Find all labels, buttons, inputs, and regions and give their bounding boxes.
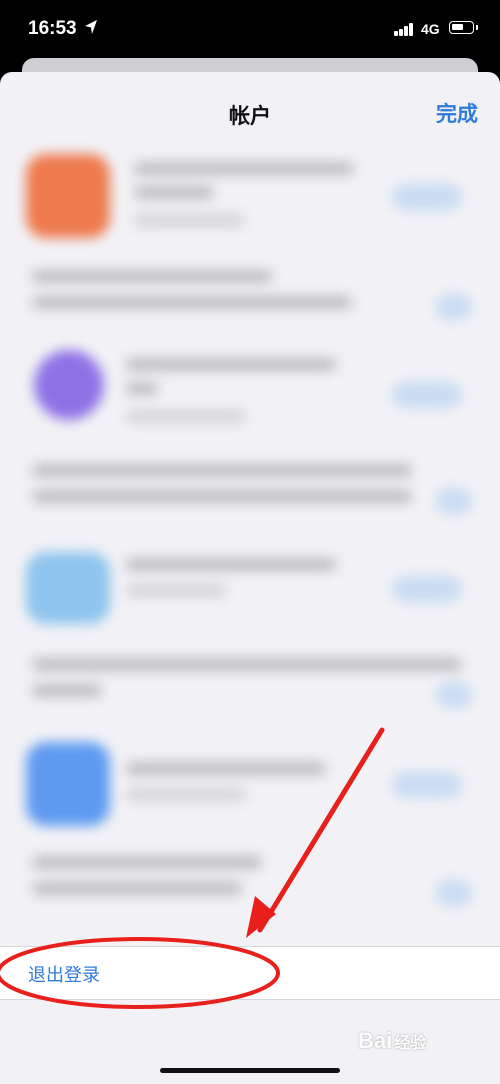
network-type: 4G <box>421 21 440 37</box>
location-arrow-icon <box>85 20 97 34</box>
blurred-app-list <box>0 134 500 954</box>
sheet-title: 帐户 <box>229 104 271 128</box>
list-item <box>0 144 500 334</box>
app-icon <box>26 552 110 624</box>
list-item <box>0 536 500 726</box>
app-icon <box>26 742 110 826</box>
status-bar: 16:53 4G <box>0 0 500 62</box>
app-icon <box>26 154 110 238</box>
battery-icon <box>449 21 474 34</box>
app-icon <box>34 350 104 420</box>
done-button[interactable]: 完成 <box>436 98 478 128</box>
watermark-text: Bai <box>358 1028 393 1053</box>
list-item <box>0 340 500 530</box>
home-indicator[interactable] <box>160 1068 340 1073</box>
status-time: 16:53 <box>28 18 77 39</box>
watermark-suffix: 经验 <box>394 1035 427 1052</box>
battery-nub <box>476 25 478 30</box>
account-sheet: 帐户 完成 退出登录 <box>0 72 500 1084</box>
list-item <box>0 732 500 922</box>
logout-row[interactable]: 退出登录 <box>0 946 500 1000</box>
watermark-logo: Bai 经验 <box>358 1028 426 1054</box>
logout-button[interactable]: 退出登录 <box>28 961 100 987</box>
